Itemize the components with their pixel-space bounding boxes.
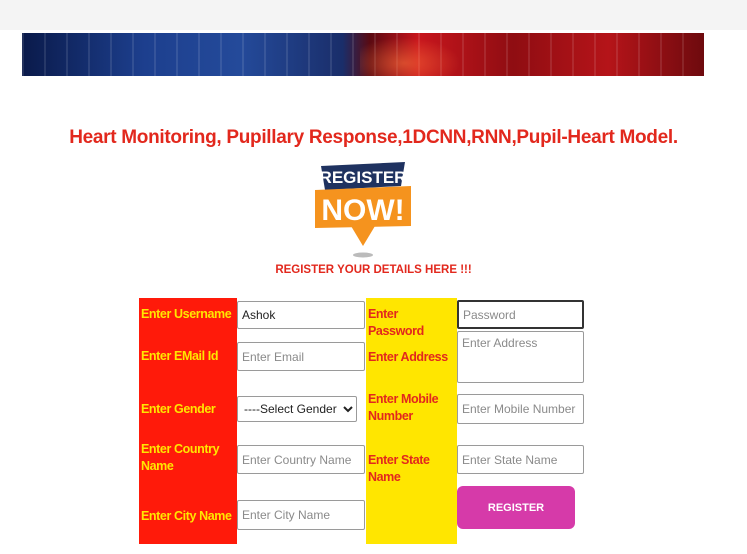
address-textarea[interactable] bbox=[457, 331, 584, 383]
logo-line1: REGISTER bbox=[320, 168, 407, 187]
gender-label: Enter Gender bbox=[141, 402, 216, 416]
page-title: Heart Monitoring, Pupillary Response,1DC… bbox=[69, 127, 678, 148]
logo-arrow-shape bbox=[351, 226, 375, 246]
mobile-input[interactable] bbox=[457, 394, 584, 424]
top-strip bbox=[0, 0, 747, 30]
state-label: Enter State Name bbox=[368, 453, 430, 484]
register-subtitle: REGISTER YOUR DETAILS HERE !!! bbox=[275, 264, 472, 276]
state-input[interactable] bbox=[457, 445, 584, 474]
register-now-logo: REGISTER NOW! bbox=[315, 162, 411, 258]
country-input[interactable] bbox=[237, 445, 365, 474]
city-label: Enter City Name bbox=[141, 509, 232, 523]
register-button[interactable]: REGISTER bbox=[457, 486, 575, 529]
address-label: Enter Address bbox=[368, 350, 448, 364]
mobile-label: Enter Mobile Number bbox=[368, 392, 439, 423]
country-label: Enter Country Name bbox=[141, 442, 220, 473]
username-input[interactable] bbox=[237, 301, 365, 329]
email-input[interactable] bbox=[237, 342, 365, 371]
username-label: Enter Username bbox=[141, 307, 232, 321]
gender-select[interactable]: ----Select Gender ---- bbox=[237, 396, 357, 422]
password-input[interactable] bbox=[457, 300, 584, 329]
banner-glow bbox=[360, 33, 470, 76]
email-label: Enter EMail Id bbox=[141, 349, 219, 363]
logo-line2: NOW! bbox=[321, 194, 404, 227]
logo-shadow bbox=[353, 252, 373, 258]
password-label: Enter Password bbox=[368, 307, 424, 338]
city-input[interactable] bbox=[237, 500, 365, 530]
